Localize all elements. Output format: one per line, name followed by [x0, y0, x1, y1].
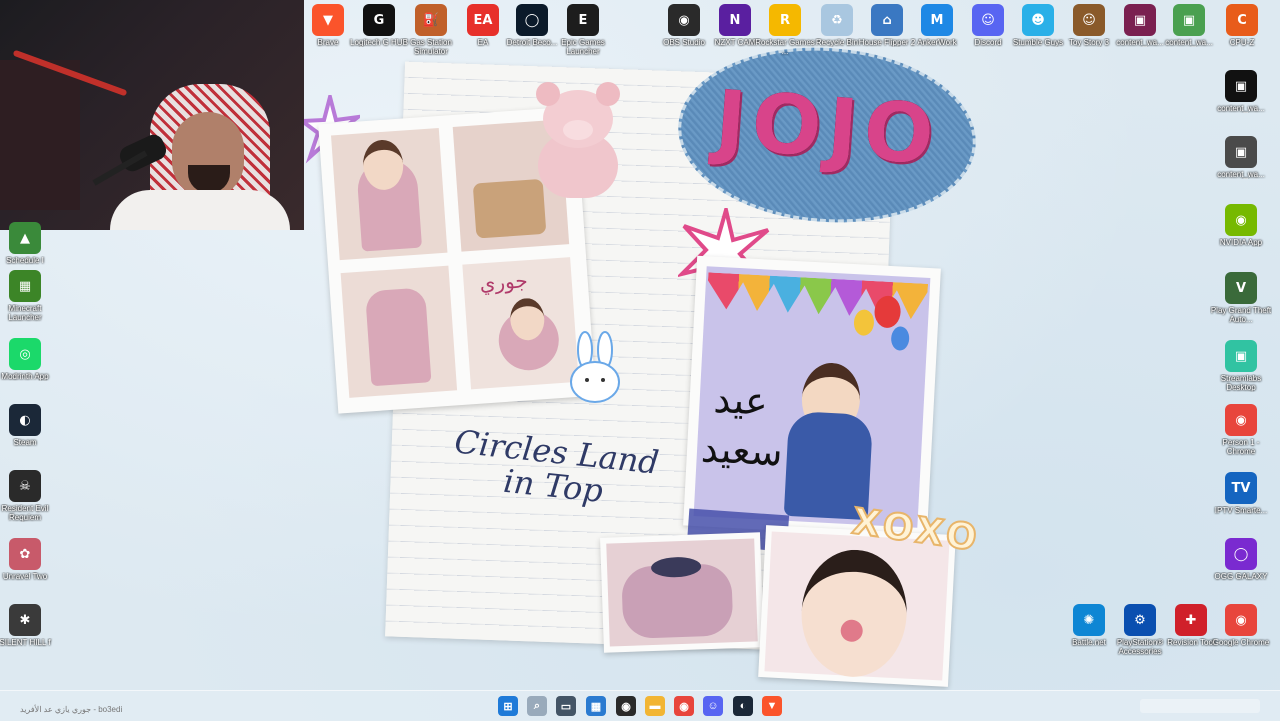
cpuz-icon: C — [1226, 4, 1258, 36]
steam-icon: ◐ — [9, 404, 41, 436]
taskbar: جوري يازي عد الأفريد - bo3edi ⊞ ⌕ ▭ ▦ ◉ ▬ ◉ ☺ ◐ ▼ — [0, 690, 1280, 721]
discord-icon: ☺ — [972, 4, 1004, 36]
gta-icon: V — [1225, 272, 1257, 304]
resident-evil-icon: ☠ — [9, 470, 41, 502]
desktop-shortcut-label: IPTV Smarte... — [1214, 506, 1268, 515]
streamlabs-icon: ▣ — [1225, 340, 1257, 372]
nvidia-icon: ◉ — [1225, 204, 1257, 236]
taskbar-steam[interactable]: ◐ — [733, 696, 753, 716]
desktop-shortcut[interactable]: ▲ Schedule I — [0, 222, 56, 265]
epic-icon: E — [567, 4, 599, 36]
desktop-shortcut[interactable]: ▣ Streamlabs Desktop — [1210, 340, 1272, 392]
taskbar-obs[interactable]: ◉ — [616, 696, 636, 716]
eid-text-line2: سعيد — [700, 426, 784, 475]
desktop-shortcut-label: Modrinth App — [1, 372, 49, 381]
playstation-icon: ⚙ — [1124, 604, 1156, 636]
recycle-bin-icon: ♻ — [821, 4, 853, 36]
desktop-shortcut[interactable]: ✱ SILENT HILL f — [0, 604, 56, 647]
system-tray[interactable] — [1140, 699, 1260, 713]
desktop-shortcut-label: Person 1 - Chrome — [1222, 438, 1260, 456]
nzxt-icon: N — [719, 4, 751, 36]
image-file-icon: ▣ — [1225, 136, 1257, 168]
schedule-icon: ▲ — [9, 222, 41, 254]
desktop-shortcut[interactable]: ✿ Unravel Two — [0, 538, 56, 581]
minecraft-icon: ▦ — [9, 270, 41, 302]
desktop-shortcut[interactable]: ▦ Minecraft Launcher — [0, 270, 56, 322]
toy-story-icon: ☺ — [1073, 4, 1105, 36]
ankerwork-icon: M — [921, 4, 953, 36]
silent-hill-icon: ✱ — [9, 604, 41, 636]
image-file-icon: ▣ — [1124, 4, 1156, 36]
image-file-icon: ▣ — [1225, 70, 1257, 102]
taskbar-left-text: جوري يازي عد الأفريد - bo3edi — [20, 705, 123, 714]
eid-card: عيد سعيد — [683, 255, 941, 539]
jojo-text: JOJO — [712, 73, 943, 184]
start-button[interactable]: ⊞ — [498, 696, 518, 716]
desktop-shortcut[interactable]: TV IPTV Smarte... — [1210, 472, 1272, 515]
webcam-overlay — [0, 0, 304, 230]
chrome-icon: ◉ — [1225, 404, 1257, 436]
brave-icon: ▼ — [312, 4, 344, 36]
desktop-shortcut[interactable]: ◐ Steam — [0, 404, 56, 447]
desktop-shortcut-label: Resident Evil Requiem — [1, 504, 49, 522]
desktop-shortcut[interactable]: V Play Grand Theft Auto... — [1210, 272, 1272, 324]
taskbar-discord[interactable]: ☺ — [703, 696, 723, 716]
desktop-shortcut[interactable]: ◎ Modrinth App — [0, 338, 56, 381]
desktop-shortcut-label: Schedule I — [6, 256, 44, 265]
desktop-shortcut[interactable]: ☠ Resident Evil Requiem — [0, 470, 56, 522]
desktop-shortcut[interactable]: E Epic Games Launcher — [552, 4, 614, 56]
teddy-bear-decoration — [518, 78, 638, 203]
desktop-shortcut-label: Epic Games Launcher — [561, 38, 605, 56]
chrome-icon: ◉ — [1225, 604, 1257, 636]
image-file-icon: ▣ — [1173, 4, 1205, 36]
obs-icon: ◉ — [668, 4, 700, 36]
desktop-shortcut[interactable]: ▣ content_wa... — [1210, 70, 1272, 113]
taskbar-brave[interactable]: ▼ — [762, 696, 782, 716]
desktop-shortcut[interactable]: C CPU-Z — [1211, 4, 1273, 47]
desktop-shortcut-label: content_wa... — [1217, 170, 1265, 179]
desktop-shortcut[interactable]: ◉ Person 1 - Chrome — [1210, 404, 1272, 456]
desktop-shortcut[interactable]: ▣ content_wa... — [1210, 136, 1272, 179]
bottom-photo-left — [600, 532, 764, 653]
battlenet-icon: ✺ — [1073, 604, 1105, 636]
taskbar-explorer[interactable]: ▬ — [645, 696, 665, 716]
desktop-shortcut-label: content_wa... — [1217, 104, 1265, 113]
rockstar-icon: R — [769, 4, 801, 36]
desktop-shortcut-label: Unravel Two — [2, 572, 48, 581]
revision-tool-icon: ✚ — [1175, 604, 1207, 636]
desktop-shortcut[interactable]: ◯ OGG GALAXY — [1210, 538, 1272, 581]
detroit-icon: ◯ — [516, 4, 548, 36]
desktop-shortcut-label: Steam — [13, 438, 37, 447]
iptv-icon: TV — [1225, 472, 1257, 504]
house-icon: ⌂ — [871, 4, 903, 36]
bunny-doodle — [570, 331, 620, 403]
taskbar-chrome[interactable]: ◉ — [674, 696, 694, 716]
desktop-shortcut-label: SILENT HILL f — [0, 638, 51, 647]
desktop-shortcut-label: Streamlabs Desktop — [1220, 374, 1262, 392]
desktop-shortcut[interactable]: ◉ NVIDIA App — [1210, 204, 1272, 247]
taskbar-widgets[interactable]: ▦ — [586, 696, 606, 716]
desktop-shortcut-label: CPU-Z — [1229, 38, 1255, 47]
taskbar-search[interactable]: ⌕ — [527, 696, 547, 716]
modrinth-icon: ◎ — [9, 338, 41, 370]
photo-caption: جوري — [478, 268, 529, 296]
desktop-shortcut-label: Play Grand Theft Auto... — [1210, 306, 1272, 324]
eid-text-line1: عيد — [712, 376, 769, 424]
gas-station-icon: ⛽ — [415, 4, 447, 36]
unravel-icon: ✿ — [9, 538, 41, 570]
logitech-icon: G — [363, 4, 395, 36]
desktop-shortcut-label: OGG GALAXY — [1214, 572, 1268, 581]
taskbar-task-view[interactable]: ▭ — [556, 696, 576, 716]
desktop-shortcut-label: Minecraft Launcher — [8, 304, 42, 322]
stumble-icon: ☻ — [1022, 4, 1054, 36]
gog-icon: ◯ — [1225, 538, 1257, 570]
desktop-shortcut-label: Google Chrome — [1212, 638, 1270, 647]
desktop-shortcut-label: NVIDIA App — [1219, 238, 1263, 247]
ea-icon: EA — [467, 4, 499, 36]
desktop-shortcut[interactable]: ◉ Google Chrome — [1210, 604, 1272, 647]
